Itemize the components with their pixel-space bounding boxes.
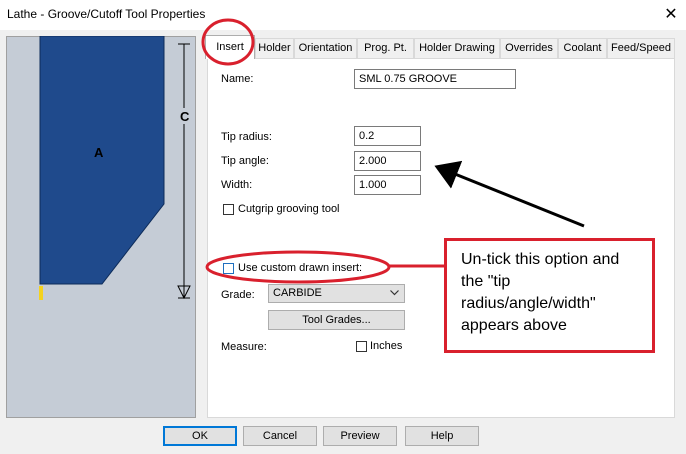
tip-radius-label: Tip radius:	[221, 131, 272, 143]
dimension-label-c: C	[180, 109, 190, 124]
cutgrip-checkbox[interactable]	[223, 204, 234, 215]
insert-tip-marker	[39, 286, 43, 300]
custom-insert-checkbox[interactable]	[223, 263, 234, 274]
annotation-callout: Un-tick this option and the "tip radius/…	[444, 238, 655, 353]
name-label: Name:	[221, 73, 254, 85]
tab-prog-pt[interactable]: Prog. Pt.	[357, 38, 414, 58]
insert-shape	[39, 36, 165, 285]
tip-radius-field[interactable]: 0.2	[354, 126, 421, 146]
preview-button[interactable]: Preview	[323, 426, 397, 446]
dimension-label-a: A	[94, 145, 104, 160]
tab-orientation[interactable]: Orientation	[294, 38, 357, 58]
tip-angle-field[interactable]: 2.000	[354, 151, 421, 171]
tool-grades-button[interactable]: Tool Grades...	[268, 310, 405, 330]
cancel-button[interactable]: Cancel	[243, 426, 317, 446]
grade-select[interactable]: CARBIDE	[268, 284, 405, 303]
width-field[interactable]: 1.000	[354, 175, 421, 195]
help-button[interactable]: Help	[405, 426, 479, 446]
inches-checkbox[interactable]	[356, 341, 367, 352]
ok-button[interactable]: OK	[163, 426, 237, 446]
measure-label: Measure:	[221, 341, 267, 353]
tab-coolant[interactable]: Coolant	[558, 38, 607, 58]
inches-label: Inches	[370, 340, 403, 352]
grade-select-value: CARBIDE	[273, 287, 322, 299]
tool-preview-drawing	[39, 36, 192, 300]
cutgrip-label: Cutgrip grooving tool	[238, 203, 340, 215]
tab-insert[interactable]: Insert	[205, 35, 255, 59]
custom-insert-label: Use custom drawn insert:	[238, 262, 363, 274]
tab-feed-speed[interactable]: Feed/Speed	[607, 38, 675, 58]
grade-label: Grade:	[221, 289, 255, 301]
name-field[interactable]: SML 0.75 GROOVE	[354, 69, 516, 89]
chevron-down-icon	[390, 290, 399, 296]
width-label: Width:	[221, 179, 253, 191]
tab-overrides[interactable]: Overrides	[500, 38, 558, 58]
close-icon[interactable]: ✕	[662, 4, 680, 24]
tab-holder[interactable]: Holder	[255, 38, 294, 58]
tip-angle-label: Tip angle:	[221, 155, 269, 167]
tab-holder-drawing[interactable]: Holder Drawing	[414, 38, 500, 58]
window-title: Lathe - Groove/Cutoff Tool Properties	[7, 7, 206, 21]
